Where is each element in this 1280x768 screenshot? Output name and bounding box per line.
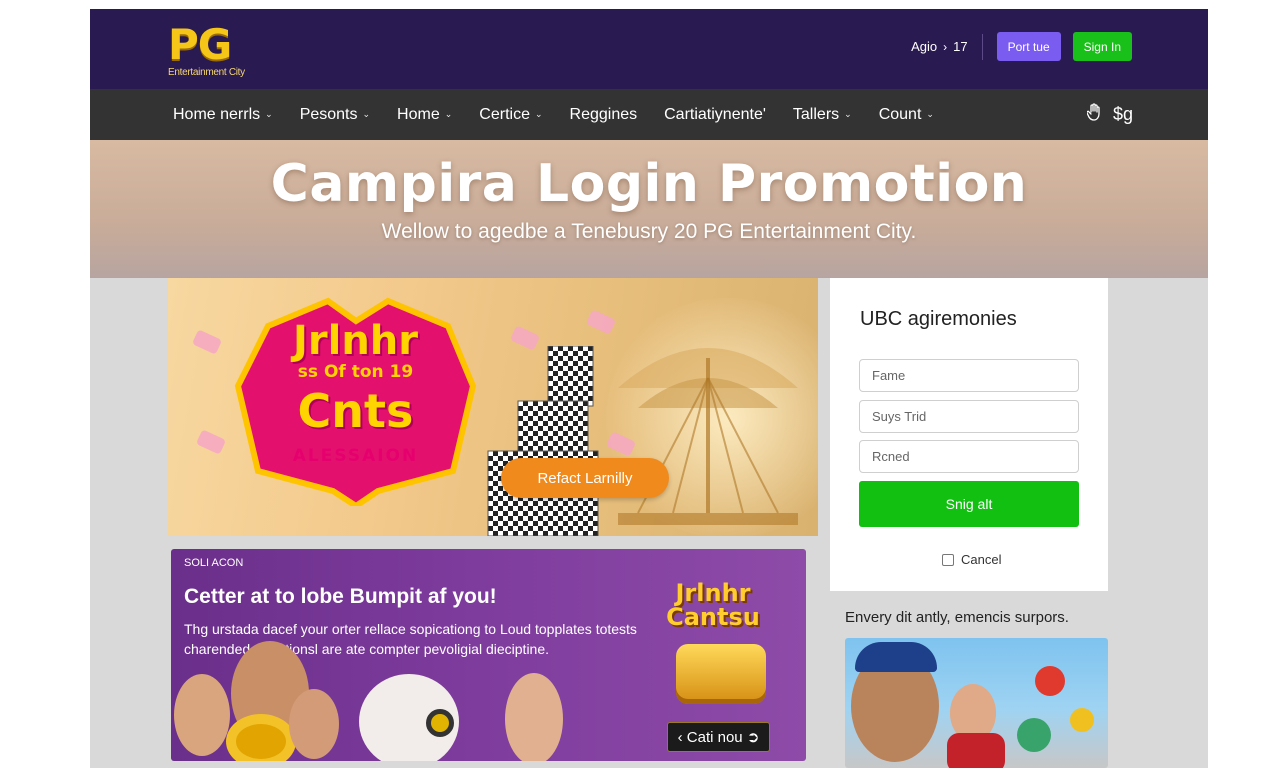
person-image — [505, 673, 563, 761]
pavilion-illustration — [618, 348, 798, 525]
chevron-down-icon: ⌄ — [444, 109, 453, 119]
hand-icon[interactable] — [1086, 103, 1103, 126]
banner-cta-button[interactable]: Refact Larnilly — [501, 458, 669, 498]
nav-item-label: Reggines — [569, 105, 638, 123]
chevron-down-icon: ⌄ — [926, 109, 934, 119]
language-selector[interactable]: Agio › 17 — [911, 39, 968, 54]
nav-item-tallers[interactable]: Tallers ⌄ — [793, 106, 852, 124]
arrow-right-icon: ➲ — [746, 729, 760, 746]
promo-cta-label: Cati nou — [686, 729, 743, 746]
site-header: PG Entertainment City Agio › 17 Port tue… — [90, 9, 1208, 89]
badge-line-3: Cnts — [297, 384, 414, 438]
logo-subtitle: Entertainment City — [168, 67, 245, 78]
cancel-checkbox[interactable]: Cancel — [942, 552, 1001, 567]
site-logo[interactable]: PG Entertainment City — [168, 20, 245, 79]
badge-line-2: ss Of ton 19 — [297, 362, 414, 382]
donut-image — [226, 714, 296, 761]
cancel-label: Cancel — [961, 552, 1002, 567]
side-promo-image[interactable] — [845, 638, 1108, 768]
username-field[interactable] — [859, 400, 1079, 433]
shirt-image — [947, 733, 1005, 768]
gold-coin-image — [676, 644, 766, 704]
checkbox-icon[interactable] — [942, 553, 954, 566]
name-field[interactable] — [859, 359, 1079, 392]
login-card: UBC agiremonies Snig alt Cancel — [830, 278, 1108, 591]
nav-item-reggines[interactable]: Reggines — [570, 106, 638, 124]
person-image — [289, 689, 339, 759]
hero-subtitle: Wellow to agedbe a Tenebusry 20 PG Enter… — [381, 220, 917, 243]
hero-banner: Campira Login Promotion Wellow to agedbe… — [90, 140, 1208, 278]
game-logo-badge: Jrlnhr ss Of ton 19 Cnts ALESSAION — [228, 296, 483, 506]
character-image — [1070, 708, 1094, 732]
promo-logo-line-2: Cantsu — [666, 603, 760, 631]
chevron-down-icon: ⌄ — [362, 109, 371, 119]
language-label: Agio — [911, 39, 938, 54]
chevron-right-icon: › — [943, 39, 948, 54]
main-nav: Home nerrls ⌄ Pesonts ⌄ Home ⌄ Certice ⌄ Reg… — [90, 89, 1208, 140]
mascot-eye-image — [426, 709, 454, 737]
promo-cta-button[interactable]: ‹ Cati nou ➲ — [667, 722, 770, 752]
character-image — [1035, 666, 1065, 696]
register-button[interactable]: Port tue — [996, 32, 1061, 61]
promo-tag: SOLI ACON — [184, 557, 244, 569]
nav-item-certice[interactable]: Certice ⌄ — [479, 106, 542, 124]
password-field[interactable] — [859, 440, 1079, 473]
featured-game-banner[interactable]: Jrlnhr ss Of ton 19 Cnts ALESSAION Refac… — [168, 278, 818, 536]
language-code: 17 — [953, 39, 968, 54]
gem-decoration — [191, 329, 223, 355]
sign-in-button[interactable]: Sign In — [1072, 32, 1132, 61]
hero-title: Campira Login Promotion — [270, 154, 1028, 214]
block-tower-illustration — [487, 346, 599, 536]
nav-items: Home nerrls ⌄ Pesonts ⌄ Home ⌄ Certice ⌄ Reg… — [173, 89, 961, 140]
nav-tools: $g — [1086, 103, 1133, 126]
chevron-down-icon: ⌄ — [265, 109, 273, 119]
badge-title: Jrlnhr — [293, 318, 418, 364]
nav-item-cartiatiynente[interactable]: Cartiatiynente' — [664, 106, 766, 124]
promo-game-logo: Jrlnhr Cantsu — [633, 579, 793, 631]
nav-item-label: Home nerrls — [173, 105, 261, 123]
nav-item-home-nerrls[interactable]: Home nerrls ⌄ — [173, 106, 273, 124]
nav-item-count[interactable]: Count ⌄ — [879, 106, 934, 124]
chevron-down-icon: ⌄ — [844, 109, 852, 119]
logo-mark: PG — [168, 20, 232, 69]
login-title: UBC agiremonies — [860, 308, 1017, 330]
promo-title: Cetter at to lobe Bumpit af you! — [184, 585, 497, 608]
badge-line-4: ALESSAION — [292, 446, 419, 466]
header-actions: Agio › 17 Port tue Sign In — [911, 32, 1132, 61]
nav-item-pesonts[interactable]: Pesonts ⌄ — [300, 106, 370, 124]
gem-decoration — [195, 429, 227, 455]
nav-item-label: Tallers — [792, 105, 840, 123]
header-divider — [981, 33, 983, 60]
chevron-left-icon: ‹ — [677, 729, 683, 746]
nav-item-label: Home — [397, 105, 440, 123]
person-image — [174, 674, 230, 756]
page-frame: PG Entertainment City Agio › 17 Port tue… — [90, 9, 1208, 768]
cap-image — [855, 642, 937, 672]
side-caption: Envery dit antly, emencis surpors. — [845, 609, 1069, 626]
nav-item-label: Certice — [479, 105, 530, 123]
login-submit-button[interactable]: Snig alt — [859, 481, 1079, 527]
promo-card[interactable]: SOLI ACON Cetter at to lobe Bumpit af yo… — [171, 549, 806, 761]
nav-item-home[interactable]: Home ⌄ — [397, 106, 452, 124]
nav-item-label: Count — [878, 105, 922, 123]
nav-item-label: Cartiatiynente' — [664, 105, 766, 123]
nav-item-label: Pesonts — [299, 105, 358, 123]
nav-currency-label[interactable]: $g — [1113, 104, 1133, 125]
character-image — [1017, 718, 1051, 752]
chevron-down-icon: ⌄ — [534, 109, 543, 119]
